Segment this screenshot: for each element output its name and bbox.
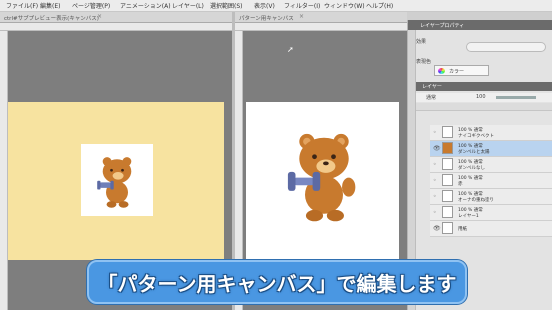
eye-icon[interactable]: ◦ [433,161,437,168]
menu-help[interactable]: ヘルプ(H) [366,1,393,10]
opacity-value[interactable]: 100 [476,94,486,100]
layer-name: レイヤー1 [458,214,479,219]
layer-row-paper[interactable]: 👁 用紙 [430,221,552,237]
eye-icon[interactable]: 👁 [433,145,441,152]
layer-thumbnail [442,174,453,186]
layer-row[interactable]: ◦ 100 % 通常 ナイコギクベクト [430,125,552,141]
layer-thumbnail [442,190,453,202]
menu-filter[interactable]: フィルター(I) [284,1,320,10]
layer-row[interactable]: ◦ 100 % 通常 レイヤー1 [430,205,552,221]
tab-label: ctrl#サブプレビュー表示(キャンバス) [4,16,99,22]
color-mode-label: 表現色 [416,59,432,65]
ruler-vertical [0,31,8,310]
layer-name: 用紙 [458,227,467,232]
layer-row[interactable]: ◦ 100 % 通常 オーナの重ね塗り [430,189,552,205]
pattern-preview-tile [81,144,153,216]
effect-buttons[interactable] [466,42,546,52]
tab-subpreview[interactable]: ctrl#サブプレビュー表示(キャンバス) [0,12,232,23]
caption-banner: 「パターン用キャンバス」で編集します [87,260,467,304]
eye-icon[interactable]: ◦ [433,129,437,136]
color-wheel-icon [438,68,445,74]
tab-pattern-canvas[interactable]: パターン用キャンバス [235,12,407,23]
blend-mode-select[interactable]: 通常 [426,94,436,101]
menu-selection[interactable]: 選択範囲(S) [210,1,243,10]
layer-thumbnail [442,126,453,138]
mouse-cursor-icon: ➚ [287,45,294,54]
menu-file[interactable]: ファイル(F) [6,1,38,10]
layer-name: オーナの重ね塗り [458,198,494,203]
eye-icon[interactable]: ◦ [433,177,437,184]
layer-thumbnail [442,206,453,218]
layer-name: 赤 [458,182,463,187]
layer-name: ダンベルなし [458,166,485,171]
layer-row[interactable]: ◦ 100 % 通常 ダンベルなし [430,157,552,173]
bear-illustration [287,133,356,222]
layer-row-selected[interactable]: 👁 100 % 通常 ダンベルと太陽 [430,141,552,157]
eye-icon[interactable]: ◦ [433,193,437,200]
layer-row[interactable]: ◦ 100 % 通常 赤 [430,173,552,189]
layer-toolbar: 通常 100 [416,93,552,102]
caption-text: 「パターン用キャンバス」で編集します [97,271,457,296]
layer-thumbnail [442,222,453,234]
opacity-slider[interactable] [496,96,536,99]
layer-thumbnail [442,158,453,170]
menu-bar: ファイル(F) 編集(E) ページ管理(P) アニメーション(A) レイヤー(L… [0,0,552,12]
layer-thumbnail [442,142,453,154]
layer-name: ナイコギクベクト [458,134,494,139]
bear-illustration-small [97,157,132,208]
color-mode-select[interactable]: カラー [434,65,489,76]
eye-icon[interactable]: ◦ [433,209,437,216]
layer-name: ダンベルと太陽 [458,150,490,155]
eye-icon[interactable]: 👁 [433,225,441,232]
menu-window[interactable]: ウィンドウ(W) [324,1,365,10]
panel-header: レイヤープロパティ [408,20,552,30]
effect-label: 効果 [416,39,427,45]
layer-property-title: レイヤープロパティ [420,23,465,29]
tab-label: パターン用キャンバス [239,16,294,22]
menu-edit[interactable]: 編集(E) [40,1,60,10]
ruler-horizontal [0,23,232,31]
close-icon[interactable]: × [299,13,304,20]
menu-animation[interactable]: アニメーション(A) [120,1,171,10]
layer-icon-row [416,103,552,111]
layer-panel-header: レイヤー [408,82,552,91]
ruler-horizontal [235,23,407,31]
close-icon[interactable]: × [97,13,102,20]
menu-page[interactable]: ページ管理(P) [72,1,110,10]
white-pattern-canvas[interactable] [246,102,399,260]
menu-view[interactable]: 表示(V) [254,1,275,10]
menu-layer[interactable]: レイヤー(L) [172,1,204,10]
color-mode-value: カラー [449,69,465,75]
layer-tab[interactable]: レイヤー [422,83,442,90]
